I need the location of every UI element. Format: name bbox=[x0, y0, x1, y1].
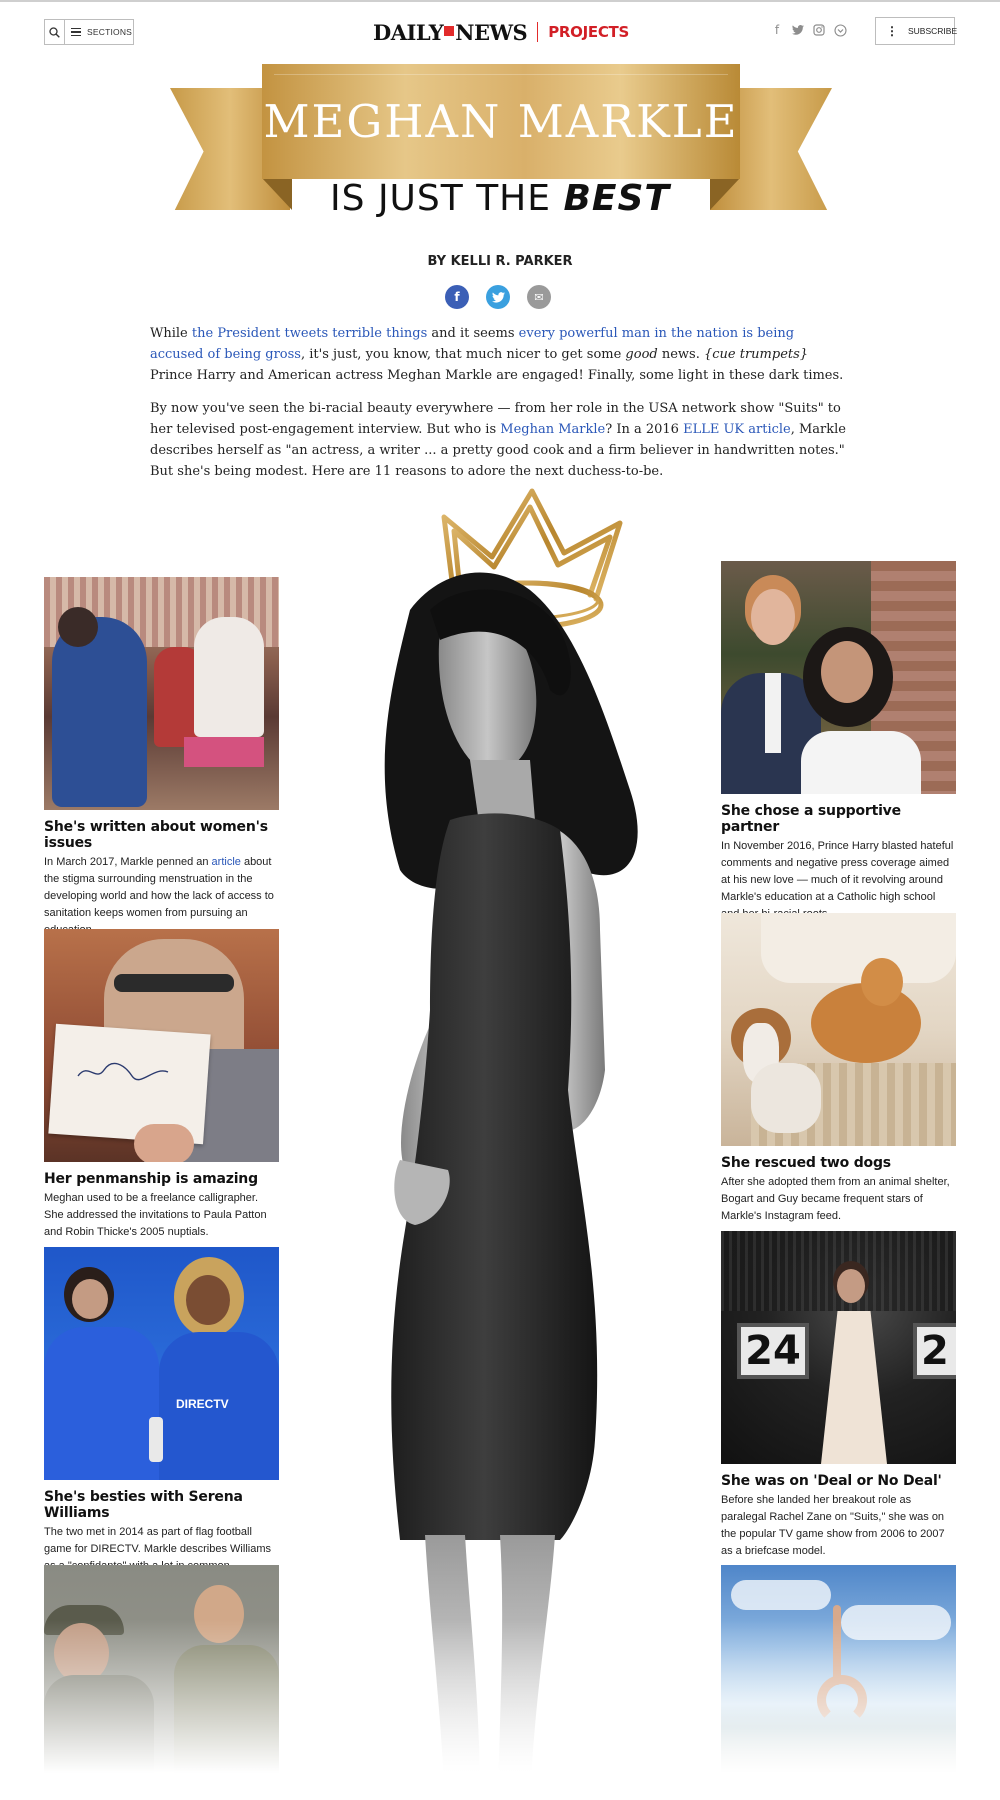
twitter-icon[interactable] bbox=[791, 23, 805, 37]
brand-projects[interactable]: PROJECTS bbox=[548, 23, 629, 41]
text: , it's just, you know, that much nicer t… bbox=[300, 347, 626, 362]
card-military-visit bbox=[44, 1565, 279, 1798]
text: news. bbox=[657, 347, 704, 362]
brand-separator bbox=[537, 22, 539, 42]
card-title: She's written about women's issues bbox=[44, 819, 268, 851]
card-title: She's besties with Serena Williams bbox=[44, 1489, 243, 1521]
card-title: She was on 'Deal or No Deal' bbox=[721, 1473, 942, 1489]
email-icon: ✉ bbox=[534, 290, 544, 304]
headline-subtitle: IS JUST THE BEST bbox=[0, 178, 1000, 219]
intro-paragraph-1: While the President tweets terrible thin… bbox=[150, 323, 850, 386]
facebook-icon[interactable]: f bbox=[770, 23, 784, 37]
twitter-icon bbox=[491, 291, 505, 303]
sections-label: SECTIONS bbox=[87, 27, 133, 37]
text-emphasis: {cue trumpets} bbox=[703, 347, 809, 362]
card-yoga bbox=[721, 1565, 956, 1798]
more-vertical-icon: ⋮ bbox=[886, 24, 898, 38]
card-supportive-partner: She chose a supportive partner In Novemb… bbox=[721, 561, 956, 923]
search-icon bbox=[49, 26, 60, 38]
card-penmanship: Her penmanship is amazing Meghan used to… bbox=[44, 929, 279, 1241]
photo-yoga bbox=[721, 1565, 956, 1798]
card-womens-issues: She's written about women's issues In Ma… bbox=[44, 577, 279, 939]
photo-womens-issues bbox=[44, 577, 279, 810]
sections-menu-button[interactable]: SECTIONS bbox=[64, 19, 134, 45]
instagram-icon[interactable] bbox=[812, 23, 826, 37]
share-facebook-button[interactable]: f bbox=[445, 285, 469, 309]
link-meghan-markle[interactable]: Meghan Markle bbox=[500, 422, 605, 437]
photo-supportive-partner bbox=[721, 561, 956, 794]
site-logo[interactable]: DAILY NEWS PROJECTS bbox=[373, 18, 629, 46]
title-ribbon: MEGHAN MARKLE bbox=[262, 64, 740, 179]
meghan-markle-portrait bbox=[384, 572, 638, 1800]
brand-news: NEWS bbox=[455, 19, 528, 45]
card-text: Meghan used to be a freelance calligraph… bbox=[44, 1192, 267, 1238]
brand-daily: DAILY bbox=[373, 19, 444, 45]
share-twitter-button[interactable] bbox=[486, 285, 510, 309]
share-email-button[interactable]: ✉ bbox=[527, 285, 551, 309]
photo-rescued-dogs bbox=[721, 913, 956, 1146]
search-button[interactable] bbox=[44, 19, 64, 45]
case-number: 2 bbox=[913, 1323, 956, 1379]
subscribe-label: SUBSCRIBE bbox=[908, 26, 958, 36]
card-title: She chose a supportive partner bbox=[721, 803, 901, 835]
text: While bbox=[150, 326, 192, 341]
link-elle-article[interactable]: ELLE UK article bbox=[683, 422, 791, 437]
text: Prince Harry and American actress Meghan… bbox=[150, 368, 844, 383]
article-intro: While the President tweets terrible thin… bbox=[150, 323, 850, 494]
photo-serena-williams: DIRECTV bbox=[44, 1247, 279, 1480]
subtitle-prefix: IS JUST THE bbox=[330, 178, 564, 219]
text-emphasis: good bbox=[625, 347, 658, 362]
text: In March 2017, Markle penned an bbox=[44, 856, 212, 868]
text: ? In a 2016 bbox=[605, 422, 684, 437]
link-article[interactable]: article bbox=[212, 856, 241, 868]
facebook-icon: f bbox=[454, 290, 460, 304]
headline-title: MEGHAN MARKLE bbox=[263, 95, 739, 148]
link-president-tweets[interactable]: the President tweets terrible things bbox=[192, 326, 427, 341]
card-text: In March 2017, Markle penned an article … bbox=[44, 854, 279, 939]
card-text: In November 2016, Prince Harry blasted h… bbox=[721, 840, 954, 920]
header-social-links: f bbox=[770, 23, 847, 37]
card-title: She rescued two dogs bbox=[721, 1155, 891, 1171]
share-buttons: f ✉ bbox=[445, 285, 551, 309]
chevron-down-icon[interactable] bbox=[833, 23, 847, 37]
brand-logo-mark bbox=[444, 26, 455, 36]
card-deal-or-no-deal: 24 2 She was on 'Deal or No Deal' Before… bbox=[721, 1231, 956, 1560]
card-serena-williams: DIRECTV She's besties with Serena Willia… bbox=[44, 1247, 279, 1575]
photo-penmanship bbox=[44, 929, 279, 1162]
card-title: Her penmanship is amazing bbox=[44, 1171, 258, 1187]
jersey-text: DIRECTV bbox=[176, 1397, 229, 1411]
photo-deal-or-no-deal: 24 2 bbox=[721, 1231, 956, 1464]
card-text: Before she landed her breakout role as p… bbox=[721, 1494, 945, 1557]
card-text: After she adopted them from an animal sh… bbox=[721, 1176, 950, 1222]
intro-paragraph-2: By now you've seen the bi-racial beauty … bbox=[150, 398, 850, 482]
top-border bbox=[0, 0, 1000, 2]
photo-military-visit bbox=[44, 1565, 279, 1798]
byline: BY KELLI R. PARKER bbox=[427, 254, 573, 269]
hamburger-icon bbox=[71, 28, 81, 36]
text: about the stigma surrounding menstruatio… bbox=[44, 856, 274, 936]
subscribe-button[interactable]: ⋮ SUBSCRIBE bbox=[875, 17, 958, 45]
text: and it seems bbox=[427, 326, 519, 341]
subtitle-emphasis: BEST bbox=[563, 178, 670, 219]
card-rescued-dogs: She rescued two dogs After she adopted t… bbox=[721, 913, 956, 1225]
case-number: 24 bbox=[737, 1323, 809, 1379]
